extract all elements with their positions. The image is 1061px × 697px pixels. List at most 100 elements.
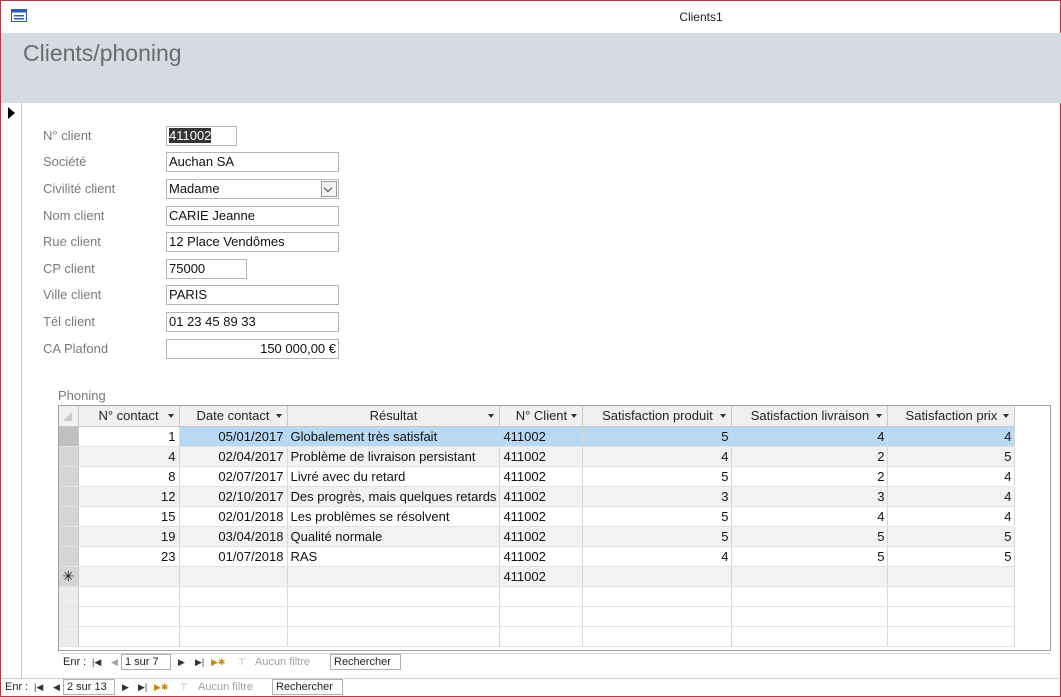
row-selector[interactable] — [59, 486, 79, 507]
row-selector[interactable] — [59, 526, 79, 547]
cell-client-number[interactable]: 411002 — [499, 426, 584, 447]
new-record-icon[interactable]: ✳ — [59, 566, 79, 587]
cell-client-number[interactable]: 411002 — [499, 526, 584, 547]
cell-product-satisfaction[interactable] — [582, 566, 733, 587]
client-name-field[interactable]: CARIE Jeanne — [166, 206, 339, 226]
row-selector[interactable] — [59, 466, 79, 487]
cell-contact-number[interactable]: 1 — [78, 426, 180, 447]
next-record-icon[interactable]: ▶ — [178, 657, 185, 668]
cell-contact-date[interactable]: 02/07/2017 — [179, 466, 288, 487]
column-header-product-satisfaction[interactable]: Satisfaction produit — [582, 406, 733, 427]
table-row[interactable]: 23 01/07/2018 RAS 411002 4 5 5 — [59, 546, 1016, 567]
client-number-field[interactable]: 411002 — [166, 126, 237, 146]
cell-contact-date[interactable]: 02/10/2017 — [179, 486, 288, 507]
sort-arrow-icon[interactable] — [167, 414, 174, 418]
cell-price-satisfaction[interactable]: 4 — [887, 506, 1016, 527]
column-header-contact-date[interactable]: Date contact — [179, 406, 288, 427]
record-selector[interactable] — [1, 103, 22, 678]
cell-result[interactable]: Les problèmes se résolvent — [287, 506, 501, 527]
cell-contact-date[interactable]: 02/04/2017 — [179, 446, 288, 467]
cell-price-satisfaction[interactable]: 4 — [887, 426, 1016, 447]
column-header-result[interactable]: Résultat — [287, 406, 501, 427]
sort-arrow-icon[interactable] — [488, 414, 495, 418]
cell-product-satisfaction[interactable]: 3 — [582, 486, 733, 507]
cell-price-satisfaction[interactable]: 5 — [887, 546, 1016, 567]
row-selector[interactable] — [59, 546, 79, 567]
table-row[interactable]: 15 02/01/2018 Les problèmes se résolvent… — [59, 506, 1016, 527]
cell-client-number[interactable]: 411002 — [499, 486, 584, 507]
cell-price-satisfaction[interactable]: 5 — [887, 446, 1016, 467]
cell-product-satisfaction[interactable]: 5 — [582, 506, 733, 527]
cell-contact-number[interactable]: 8 — [78, 466, 180, 487]
sort-arrow-icon[interactable] — [571, 414, 578, 418]
column-header-delivery-satisfaction[interactable]: Satisfaction livraison — [731, 406, 889, 427]
cell-result[interactable] — [287, 566, 501, 587]
new-record-nav-icon[interactable]: ▶✱ — [154, 682, 168, 693]
cell-contact-number[interactable]: 23 — [78, 546, 180, 567]
row-selector[interactable] — [59, 446, 79, 467]
row-selector[interactable] — [59, 506, 79, 527]
postal-code-field[interactable]: 75000 — [166, 259, 247, 279]
cell-client-number[interactable]: 411002 — [499, 466, 584, 487]
cell-price-satisfaction[interactable] — [887, 566, 1016, 587]
cell-contact-number[interactable]: 4 — [78, 446, 180, 467]
main-search-box[interactable]: Rechercher — [272, 679, 343, 695]
new-record-nav-icon[interactable]: ▶✱ — [211, 657, 225, 668]
cell-contact-number[interactable] — [78, 566, 180, 587]
cell-result[interactable]: Qualité normale — [287, 526, 501, 547]
next-record-icon[interactable]: ▶ — [122, 682, 129, 693]
column-header-contact-number[interactable]: N° contact — [78, 406, 180, 427]
cell-product-satisfaction[interactable]: 4 — [582, 546, 733, 567]
first-record-icon[interactable]: |◀ — [34, 682, 43, 693]
cell-result[interactable]: RAS — [287, 546, 501, 567]
cell-client-number[interactable]: 411002 — [499, 506, 584, 527]
cell-contact-number[interactable]: 12 — [78, 486, 180, 507]
cell-delivery-satisfaction[interactable]: 2 — [731, 446, 889, 467]
last-record-icon[interactable]: ▶| — [195, 657, 204, 668]
cell-contact-date[interactable] — [179, 566, 288, 587]
cell-delivery-satisfaction[interactable]: 4 — [731, 426, 889, 447]
sort-arrow-icon[interactable] — [1003, 414, 1010, 418]
cell-client-number[interactable]: 411002 — [499, 446, 584, 467]
row-selector[interactable] — [59, 426, 79, 447]
cell-delivery-satisfaction[interactable]: 3 — [731, 486, 889, 507]
first-record-icon[interactable]: |◀ — [92, 657, 101, 668]
chevron-down-icon[interactable] — [321, 181, 337, 197]
main-record-position[interactable]: 2 sur 13 — [63, 679, 115, 695]
cell-product-satisfaction[interactable]: 5 — [582, 466, 733, 487]
cell-contact-date[interactable]: 01/07/2018 — [179, 546, 288, 567]
subform-filter-status[interactable]: Aucun filtre — [255, 656, 310, 668]
sort-arrow-icon[interactable] — [876, 414, 883, 418]
cell-delivery-satisfaction[interactable]: 5 — [731, 546, 889, 567]
select-all-corner[interactable] — [59, 406, 79, 427]
cell-client-number[interactable]: 411002 — [499, 566, 584, 587]
company-field[interactable]: Auchan SA — [166, 152, 339, 172]
street-field[interactable]: 12 Place Vendômes — [166, 232, 339, 252]
cell-result[interactable]: Globalement très satisfait — [287, 426, 501, 447]
last-record-icon[interactable]: ▶| — [138, 682, 147, 693]
subform-record-position[interactable]: 1 sur 7 — [121, 654, 171, 670]
subform-search-box[interactable]: Rechercher — [330, 654, 401, 670]
column-header-client-number[interactable]: N° Client — [499, 406, 584, 427]
cell-delivery-satisfaction[interactable]: 5 — [731, 526, 889, 547]
cell-contact-number[interactable]: 19 — [78, 526, 180, 547]
cell-contact-date[interactable]: 02/01/2018 — [179, 506, 288, 527]
new-record-row[interactable]: ✳ 411002 — [59, 566, 1016, 587]
cell-result[interactable]: Livré avec du retard — [287, 466, 501, 487]
table-row[interactable]: 12 02/10/2017 Des progrès, mais quelques… — [59, 486, 1016, 507]
cell-result[interactable]: Problème de livraison persistant — [287, 446, 501, 467]
cell-product-satisfaction[interactable]: 5 — [582, 426, 733, 447]
cell-contact-number[interactable]: 15 — [78, 506, 180, 527]
cell-contact-date[interactable]: 03/04/2018 — [179, 526, 288, 547]
table-row[interactable]: 4 02/04/2017 Problème de livraison persi… — [59, 446, 1016, 467]
previous-record-icon[interactable]: ◀ — [53, 682, 60, 693]
previous-record-icon[interactable]: ◀ — [111, 657, 118, 668]
cell-delivery-satisfaction[interactable]: 4 — [731, 506, 889, 527]
main-filter-status[interactable]: Aucun filtre — [198, 681, 253, 693]
cell-price-satisfaction[interactable]: 5 — [887, 526, 1016, 547]
column-header-price-satisfaction[interactable]: Satisfaction prix — [887, 406, 1016, 427]
cell-delivery-satisfaction[interactable]: 2 — [731, 466, 889, 487]
city-field[interactable]: PARIS — [166, 285, 339, 305]
cell-client-number[interactable]: 411002 — [499, 546, 584, 567]
sort-arrow-icon[interactable] — [720, 414, 727, 418]
